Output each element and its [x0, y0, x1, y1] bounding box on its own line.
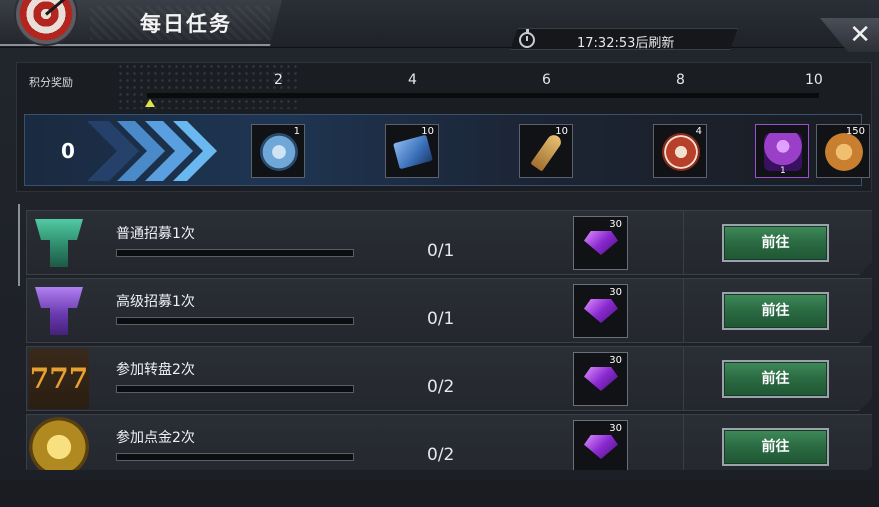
- go-button[interactable]: 前往: [722, 292, 829, 330]
- milestone-label: 4: [408, 72, 417, 88]
- milestone-label: 8: [676, 72, 685, 88]
- divider: [683, 415, 684, 470]
- purple-gem-icon: [584, 231, 618, 255]
- task-name: 参加转盘2次: [116, 362, 195, 378]
- task-name: 高级招募1次: [116, 294, 195, 310]
- reward-item[interactable]: 1: [755, 124, 809, 178]
- purple-recruit-icon: [35, 287, 83, 335]
- go-button[interactable]: 前往: [722, 224, 829, 262]
- points-reward-section: 积分奖励 2 4 6 8 10 0 1 10 10 4 1 150: [16, 62, 872, 192]
- purple-gem-icon: [584, 435, 618, 459]
- reward-count: 10: [421, 126, 434, 137]
- divider: [683, 279, 684, 343]
- task-reward[interactable]: 30: [573, 284, 628, 338]
- chevron-arrows-icon: [87, 121, 217, 181]
- task-row: 777 参加转盘2次 0/2 30 前往: [26, 346, 872, 411]
- slot-777-icon: 777: [29, 349, 89, 409]
- task-row: 普通招募1次 0/1 30 前往: [26, 210, 872, 275]
- task-row: 高级招募1次 0/1 30 前往: [26, 278, 872, 343]
- task-progress-bar: [116, 385, 354, 393]
- title-plate: 每日任务: [0, 0, 282, 46]
- task-row: 参加点金2次 0/2 30 前往: [26, 414, 872, 470]
- milestone-label: 10: [805, 72, 823, 88]
- task-reward-count: 30: [609, 219, 622, 230]
- refresh-timer-text: 17:32:53后刷新: [577, 36, 675, 51]
- task-progress-bar: [116, 453, 354, 461]
- task-progress-text: 0/1: [427, 241, 455, 261]
- dot-pattern-decoration: [117, 63, 297, 109]
- task-name: 参加点金2次: [116, 430, 195, 446]
- reward-item[interactable]: 1: [251, 124, 305, 178]
- divider: [683, 211, 684, 275]
- reward-item[interactable]: 150: [816, 124, 870, 178]
- reward-count: 1: [780, 166, 786, 176]
- reward-count: 10: [555, 126, 568, 137]
- reward-item[interactable]: 4: [653, 124, 707, 178]
- bullet-icon: [530, 132, 564, 172]
- header-bar: 每日任务 17:32:53后刷新 ✕: [0, 0, 879, 52]
- divider: [683, 347, 684, 411]
- task-reward-count: 30: [609, 287, 622, 298]
- points-progress-track: [147, 93, 819, 98]
- task-progress-bar: [116, 317, 354, 325]
- close-button[interactable]: ✕: [820, 18, 879, 52]
- milestone-label: 6: [542, 72, 551, 88]
- close-icon: ✕: [849, 20, 871, 50]
- medal-coin-icon: [825, 133, 863, 171]
- task-reward[interactable]: 30: [573, 216, 628, 270]
- reward-count: 150: [845, 126, 865, 137]
- milestone-label: 2: [274, 72, 283, 88]
- task-reward[interactable]: 30: [573, 420, 628, 470]
- casino-chip-icon: [662, 133, 700, 171]
- task-reward-count: 30: [609, 423, 622, 434]
- reward-count: 4: [695, 126, 702, 137]
- task-progress-bar: [116, 249, 354, 257]
- reward-count: 1: [293, 126, 300, 137]
- daily-task-panel: 每日任务 17:32:53后刷新 ✕ 积分奖励 2 4 6 8 10 0 1 1…: [0, 0, 879, 507]
- current-score: 0: [61, 139, 75, 163]
- scrollbar[interactable]: [18, 204, 20, 286]
- task-list[interactable]: 普通招募1次 0/1 30 前往 高级招募1次 0/1 30 前往 777 参加…: [16, 200, 872, 470]
- page-title: 每日任务: [140, 12, 232, 36]
- stopwatch-icon: [519, 29, 535, 48]
- reward-item[interactable]: 10: [519, 124, 573, 178]
- task-progress-text: 0/2: [427, 377, 455, 397]
- task-reward-count: 30: [609, 355, 622, 366]
- bottom-bar: [0, 480, 879, 507]
- gold-diamond-icon: [29, 417, 89, 470]
- task-progress-text: 0/2: [427, 445, 455, 465]
- target-emblem-icon: [14, 0, 78, 46]
- green-recruit-icon: [35, 219, 83, 267]
- reward-strip: 0 1 10 10 4 1 150: [24, 114, 870, 186]
- progress-marker-icon: [145, 99, 155, 107]
- reward-item[interactable]: 10: [385, 124, 439, 178]
- go-button[interactable]: 前往: [722, 428, 829, 466]
- refresh-timer: 17:32:53后刷新: [510, 28, 738, 50]
- task-progress-text: 0/1: [427, 309, 455, 329]
- points-reward-label: 积分奖励: [29, 76, 73, 89]
- purple-gem-icon: [584, 367, 618, 391]
- task-name: 普通招募1次: [116, 226, 195, 242]
- task-reward[interactable]: 30: [573, 352, 628, 406]
- cinema-ticket-icon: [393, 134, 433, 170]
- coin-token-icon: [260, 133, 298, 171]
- purple-gem-icon: [584, 299, 618, 323]
- go-button[interactable]: 前往: [722, 360, 829, 398]
